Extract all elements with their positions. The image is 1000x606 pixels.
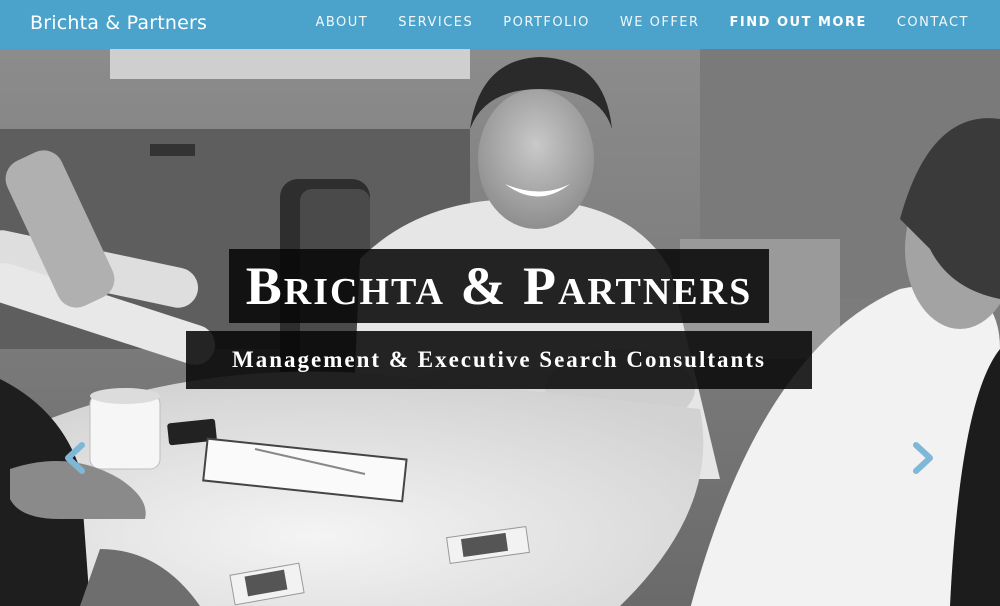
navbar: Brichta & Partners ABOUT SERVICES PORTFO… bbox=[0, 0, 1000, 49]
hero-subtitle: Management & Executive Search Consultant… bbox=[232, 347, 766, 372]
nav-link-we-offer[interactable]: WE OFFER bbox=[620, 15, 700, 30]
nav-link-services[interactable]: SERVICES bbox=[398, 15, 473, 30]
carousel-prev-button[interactable] bbox=[60, 441, 90, 475]
chevron-left-icon bbox=[65, 442, 85, 474]
nav-link-portfolio[interactable]: PORTFOLIO bbox=[503, 15, 590, 30]
nav-link-about[interactable]: ABOUT bbox=[315, 15, 368, 30]
hero-title: Brichta & Partners bbox=[245, 256, 753, 316]
nav-link-find-out-more[interactable]: FIND OUT MORE bbox=[730, 15, 867, 30]
carousel-next-button[interactable] bbox=[908, 441, 938, 475]
chevron-right-icon bbox=[913, 442, 933, 474]
hero-carousel bbox=[0, 49, 1000, 606]
hero-photo bbox=[0, 49, 1000, 606]
nav-links: ABOUT SERVICES PORTFOLIO WE OFFER FIND O… bbox=[285, 15, 969, 30]
nav-link-contact[interactable]: CONTACT bbox=[897, 15, 969, 30]
hero-title-box: Brichta & Partners bbox=[229, 249, 769, 323]
hero-subtitle-box: Management & Executive Search Consultant… bbox=[186, 331, 812, 389]
brand-logo-link[interactable]: Brichta & Partners bbox=[30, 12, 207, 34]
